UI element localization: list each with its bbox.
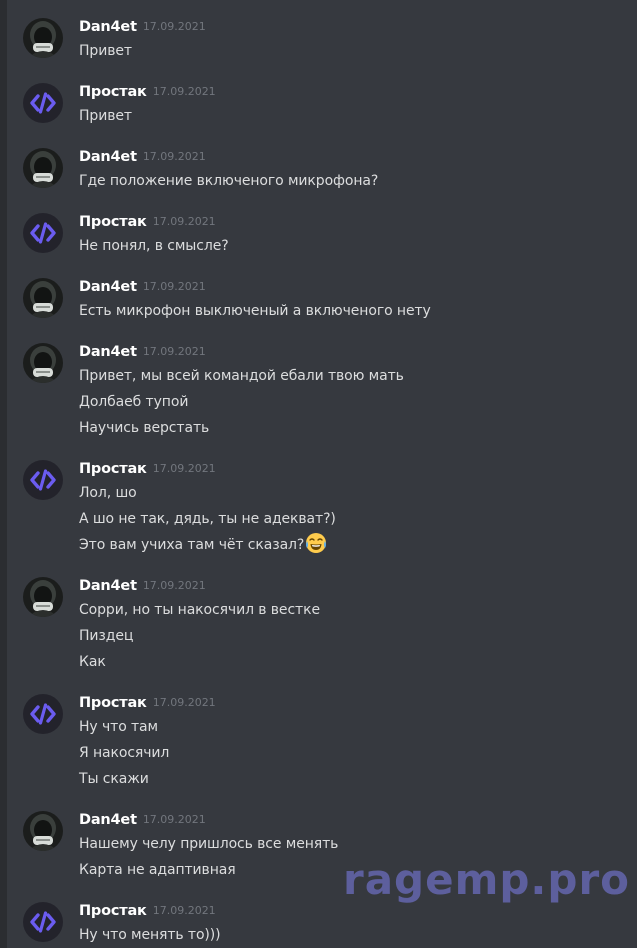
message-header: Простак 17.09.2021 — [79, 458, 216, 478]
author-name[interactable]: Dan4et — [79, 578, 137, 594]
dark-hood-avatar[interactable] — [23, 278, 63, 318]
message-text: Где положение включеного микрофона? — [79, 173, 379, 189]
message-text: Нашему челу пришлось все менять — [79, 836, 339, 852]
dark-hood-avatar[interactable] — [23, 577, 63, 617]
message-header: Простак 17.09.2021 — [79, 81, 216, 101]
message-content: Лол, шо А шо не так, дядь, ты не адекват… — [79, 480, 336, 558]
timestamp: 17.09.2021 — [142, 20, 206, 33]
message-text: Привет — [79, 43, 132, 59]
timestamp: 17.09.2021 — [152, 904, 216, 917]
message-content: Не понял, в смысле? — [79, 233, 229, 259]
author-name[interactable]: Простак — [79, 903, 147, 919]
message-text: Ты скажи — [79, 771, 149, 787]
code-brackets-avatar[interactable] — [23, 902, 63, 942]
author-name[interactable]: Dan4et — [79, 812, 137, 828]
message-text: Это вам учиха там чёт сказал? — [79, 537, 305, 553]
author-name[interactable]: Простак — [79, 695, 147, 711]
message-text: Научись верстать — [79, 420, 210, 436]
message-text: Не понял, в смысле? — [79, 238, 229, 254]
message-content: Привет — [79, 38, 132, 64]
code-brackets-avatar[interactable] — [23, 213, 63, 253]
author-name[interactable]: Dan4et — [79, 344, 137, 360]
timestamp: 17.09.2021 — [152, 215, 216, 228]
timestamp: 17.09.2021 — [152, 696, 216, 709]
author-name[interactable]: Dan4et — [79, 279, 137, 295]
author-name[interactable]: Простак — [79, 461, 147, 477]
message-header: Dan4et 17.09.2021 — [79, 16, 206, 36]
message-text: Карта не адаптивная — [79, 862, 236, 878]
message-text-with-emoji: Это вам учиха там чёт сказал? — [79, 532, 336, 558]
message-text: Сорри, но ты накосячил в вестке — [79, 602, 320, 618]
message-text: Я накосячил — [79, 745, 170, 761]
message-text: Привет — [79, 108, 132, 124]
dark-hood-avatar[interactable] — [23, 811, 63, 851]
message-content: Где положение включеного микрофона? — [79, 168, 378, 194]
timestamp: 17.09.2021 — [142, 579, 206, 592]
message-content: Привет — [79, 103, 132, 129]
message-header: Dan4et 17.09.2021 — [79, 276, 206, 296]
author-name[interactable]: Dan4et — [79, 19, 137, 35]
message-header: Dan4et 17.09.2021 — [79, 146, 206, 166]
message-text: Как — [79, 654, 106, 670]
message-text: Привет, мы всей командой ебали твою мать — [79, 368, 404, 384]
message-text: А шо не так, дядь, ты не адекват?) — [79, 511, 336, 527]
code-brackets-avatar[interactable] — [23, 460, 63, 500]
message-content: Есть микрофон выключеный а включеного не… — [79, 298, 431, 324]
message-content: Привет, мы всей командой ебали твою мать… — [79, 363, 404, 441]
chat-message-list: Dan4et 17.09.2021 Привет Простак 17.09.202… — [0, 0, 637, 948]
author-name[interactable]: Dan4et — [79, 149, 137, 165]
message-content: Ну что там Я накосячил Ты скажи — [79, 714, 169, 792]
author-name[interactable]: Простак — [79, 84, 147, 100]
author-name[interactable]: Простак — [79, 214, 147, 230]
dark-hood-avatar[interactable] — [23, 148, 63, 188]
dark-hood-avatar[interactable] — [23, 343, 63, 383]
code-brackets-avatar[interactable] — [23, 694, 63, 734]
message-header: Простак 17.09.2021 — [79, 211, 216, 231]
message-content: Нашему челу пришлось все менять Карта не… — [79, 831, 338, 883]
message-header: Dan4et 17.09.2021 — [79, 341, 206, 361]
ragemp-watermark: ragemp.pro — [343, 855, 631, 904]
message-content: Ну что менять то))) — [79, 922, 221, 948]
message-text: Долбаеб тупой — [79, 394, 189, 410]
message-text: Лол, шо — [79, 485, 137, 501]
joy-emoji-icon[interactable] — [305, 532, 327, 554]
timestamp: 17.09.2021 — [152, 462, 216, 475]
message-text: Пиздец — [79, 628, 134, 644]
message-text: Ну что там — [79, 719, 159, 735]
message-text: Есть микрофон выключеный а включеного не… — [79, 303, 431, 319]
message-header: Простак 17.09.2021 — [79, 692, 216, 712]
timestamp: 17.09.2021 — [142, 150, 206, 163]
message-header: Dan4et 17.09.2021 — [79, 575, 206, 595]
message-header: Простак 17.09.2021 — [79, 900, 216, 920]
message-text: Ну что менять то))) — [79, 927, 221, 943]
message-content: Сорри, но ты накосячил в вестке Пиздец К… — [79, 597, 320, 675]
code-brackets-avatar[interactable] — [23, 83, 63, 123]
timestamp: 17.09.2021 — [142, 813, 206, 826]
timestamp: 17.09.2021 — [142, 345, 206, 358]
dark-hood-avatar[interactable] — [23, 18, 63, 58]
timestamp: 17.09.2021 — [142, 280, 206, 293]
timestamp: 17.09.2021 — [152, 85, 216, 98]
message-header: Dan4et 17.09.2021 — [79, 809, 206, 829]
